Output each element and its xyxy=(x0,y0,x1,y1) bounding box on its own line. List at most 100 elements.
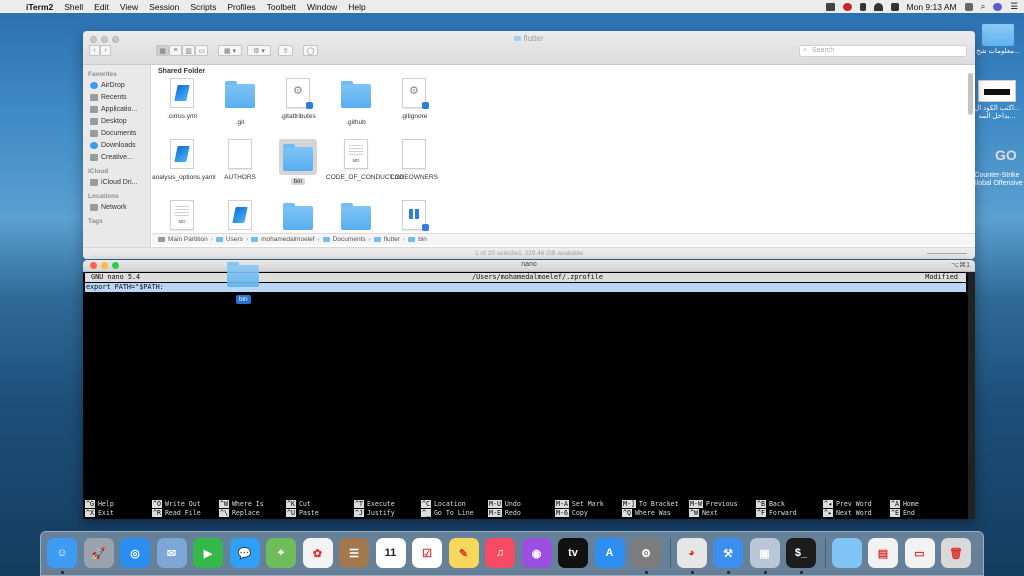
file-item[interactable]: CODEOWNERS xyxy=(384,139,444,182)
downloads-folder-icon[interactable] xyxy=(831,538,862,568)
notes-icon[interactable]: ✎ xyxy=(448,538,479,568)
icon-size-slider[interactable] xyxy=(927,253,967,254)
file-item[interactable]: ⚙ .gitignore xyxy=(384,78,444,121)
tags-button[interactable]: ◯ xyxy=(303,45,318,56)
file-item[interactable]: AUTHORS xyxy=(210,139,270,182)
sidebar-item[interactable]: Documents xyxy=(83,128,150,140)
sidebar-item[interactable]: Creative... xyxy=(83,152,150,164)
wifi-icon[interactable] xyxy=(873,2,883,11)
vertical-scrollbar[interactable] xyxy=(968,73,973,115)
reminders-icon[interactable]: ☑ xyxy=(412,538,442,568)
sidebar-item-label: Documents xyxy=(101,130,137,137)
path-item[interactable]: Documents xyxy=(333,236,366,243)
file-item[interactable]: .github xyxy=(326,78,386,127)
path-item[interactable]: mohamedalmoelef xyxy=(261,236,314,243)
siri-icon[interactable] xyxy=(993,2,1003,11)
file-item[interactable]: ⚙ .gitattributes xyxy=(268,78,328,121)
menu-shell[interactable]: Shell xyxy=(64,2,83,12)
back-button[interactable]: ‹ xyxy=(89,45,100,56)
menu-scripts[interactable]: Scripts xyxy=(190,2,216,12)
safari-icon[interactable]: ◎ xyxy=(120,538,150,568)
menu-toolbelt[interactable]: Toolbelt xyxy=(267,2,296,12)
window-stack-icon[interactable]: ▭ xyxy=(904,538,935,568)
nano-shortcut: ^U Paste xyxy=(286,509,353,517)
xcode-icon[interactable]: ⚒ xyxy=(713,538,743,568)
menu-view[interactable]: View xyxy=(120,2,138,12)
group-button[interactable]: ▦ ▾ xyxy=(218,45,242,56)
desktop-folder-item[interactable]: معلومات شخ... xyxy=(975,24,1021,56)
menu-edit[interactable]: Edit xyxy=(94,2,109,12)
sidebar-item[interactable]: Network xyxy=(83,202,150,214)
display-icon[interactable] xyxy=(964,2,973,11)
maps-icon[interactable]: ⌖ xyxy=(266,538,296,568)
tv-icon[interactable]: tv xyxy=(558,538,588,568)
gallery-view-button[interactable]: ▭ xyxy=(195,45,208,56)
editor-line[interactable]: export PATH="$PATH: xyxy=(85,283,966,292)
sidebar-item[interactable]: AirDrop xyxy=(83,80,150,92)
sidebar-item[interactable]: Recents xyxy=(83,92,150,104)
record-icon[interactable] xyxy=(842,2,852,11)
menu-help[interactable]: Help xyxy=(348,2,365,12)
shortcut-label: End xyxy=(902,509,915,517)
trash-icon[interactable]: 🗑 xyxy=(941,538,971,568)
sidebar-item[interactable]: Downloads xyxy=(83,140,150,152)
file-item[interactable]: .cirrus.yml xyxy=(152,78,212,121)
list-view-button[interactable]: ≡ xyxy=(169,45,182,56)
column-view-button[interactable]: ▥ xyxy=(182,45,195,56)
messages-icon[interactable]: 💬 xyxy=(229,538,260,568)
calendar-icon[interactable]: 11 xyxy=(375,538,406,568)
preview-icon[interactable]: ▣ xyxy=(749,538,780,568)
path-item[interactable]: flutter xyxy=(384,236,400,243)
clock[interactable]: Mon 9:13 AM xyxy=(907,2,957,12)
volume-icon[interactable] xyxy=(890,2,899,11)
terminal-icon[interactable]: $_ xyxy=(786,538,816,568)
document-stack-icon[interactable]: ▤ xyxy=(868,538,898,568)
mail-stamp-icon[interactable]: ✉ xyxy=(156,538,187,568)
share-button[interactable]: ⇧ xyxy=(278,45,293,56)
control-center-icon[interactable]: ☰ xyxy=(1010,1,1018,12)
contacts-icon[interactable]: ☰ xyxy=(339,538,369,568)
shortcut-label: Go To Line xyxy=(433,509,474,517)
app-store-icon[interactable]: A xyxy=(594,538,625,568)
dragged-folder-icon[interactable] xyxy=(227,262,259,287)
launchpad-icon[interactable]: 🚀 xyxy=(83,538,114,568)
forward-button[interactable]: › xyxy=(100,45,111,56)
facetime-icon[interactable]: ▶ xyxy=(193,538,223,568)
menu-window[interactable]: Window xyxy=(307,2,337,12)
sidebar-item[interactable]: Desktop xyxy=(83,116,150,128)
photos-icon[interactable]: ✿ xyxy=(302,538,333,568)
cast-icon[interactable] xyxy=(825,2,835,11)
search-icon: ⌕ xyxy=(803,47,807,54)
system-preferences-icon[interactable]: ⚙ xyxy=(631,538,661,568)
path-item[interactable]: Main Partition xyxy=(168,236,208,243)
file-item[interactable]: bin xyxy=(268,139,328,186)
chrome-icon[interactable]: ◕ xyxy=(676,538,707,568)
folder-icon xyxy=(215,237,223,242)
menu-app-name[interactable]: iTerm2 xyxy=(26,2,53,12)
action-button[interactable]: ⚙ ▾ xyxy=(247,45,271,56)
file-item[interactable]: analysis_options.yaml xyxy=(152,139,216,182)
podcasts-icon[interactable]: ◉ xyxy=(521,538,552,568)
file-item[interactable] xyxy=(384,200,444,235)
icon-view-button[interactable]: ▦ xyxy=(156,45,169,56)
spotlight-icon[interactable]: ⌕ xyxy=(981,1,986,12)
sidebar-item[interactable]: iCloud Dri... xyxy=(83,177,150,189)
file-item[interactable]: .git xyxy=(210,78,270,127)
search-input[interactable]: ⌕ Search xyxy=(799,45,967,57)
shortcut-key: M-] xyxy=(622,500,636,508)
path-item[interactable]: bin xyxy=(418,236,427,243)
sidebar-item[interactable]: Applicatio... xyxy=(83,104,150,116)
desktop-image-item[interactable]: اكتب الكود ال... بداخل المه... xyxy=(970,80,1024,121)
menu-profiles[interactable]: Profiles xyxy=(227,2,255,12)
file-item[interactable] xyxy=(210,200,270,235)
file-item[interactable]: MD CODE_OF_CONDUCT.md xyxy=(326,139,404,182)
menu-session[interactable]: Session xyxy=(149,2,179,12)
path-item[interactable]: Users xyxy=(226,236,243,243)
file-item[interactable]: MD xyxy=(152,200,212,235)
desktop-csgo-item[interactable]: GO Counter-Strike Global Offensive xyxy=(970,140,1024,188)
music-icon[interactable]: ♫ xyxy=(485,538,515,568)
finder-icon[interactable]: ☺ xyxy=(47,538,77,568)
shortcut-label: Read File xyxy=(164,509,201,517)
terminal-scrollbar[interactable] xyxy=(968,272,975,519)
bluetooth-icon[interactable] xyxy=(859,2,866,11)
